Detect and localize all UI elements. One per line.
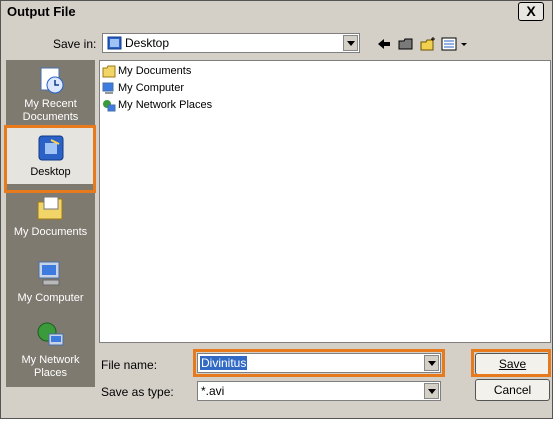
list-item[interactable]: My Computer (102, 80, 184, 96)
place-label: My Documents (13, 226, 88, 238)
save-in-value: Desktop (125, 36, 170, 50)
view-menu-icon[interactable] (441, 36, 471, 52)
window-title: Output File (7, 4, 76, 19)
place-my-documents[interactable]: My Documents (6, 192, 95, 248)
network-icon (103, 99, 116, 112)
save-highlight (471, 349, 551, 377)
new-folder-icon[interactable] (419, 36, 437, 52)
file-name-highlight (193, 349, 445, 377)
chevron-down-icon[interactable] (424, 383, 439, 399)
save-in-label: Save in: (53, 37, 97, 51)
save-as-type-value: *.avi (201, 384, 225, 398)
chevron-down-icon[interactable] (343, 35, 358, 51)
save-in-dropdown[interactable]: Desktop (102, 33, 360, 53)
close-button[interactable]: X (518, 2, 544, 21)
place-my-recent-documents[interactable]: My Recent Documents (6, 64, 95, 124)
list-item[interactable]: My Documents (102, 63, 191, 79)
my-documents-icon (37, 196, 62, 220)
list-item[interactable]: My Network Places (102, 97, 212, 113)
save-as-type-label: Save as type: (101, 385, 174, 399)
place-my-computer[interactable]: My Computer (6, 258, 95, 308)
network-places-icon (37, 322, 63, 346)
place-label: My Computer (17, 292, 84, 304)
places-bar: My Recent Documents Desktop My Documents (6, 60, 95, 387)
up-folder-icon[interactable] (397, 36, 415, 52)
title-bar: Output File X (1, 1, 552, 23)
my-computer-icon (38, 261, 59, 286)
place-my-network-places[interactable]: My Network Places (6, 320, 95, 384)
save-as-type-dropdown[interactable]: *.avi (197, 381, 441, 401)
file-name-label: File name: (101, 358, 158, 372)
output-file-dialog: Output File X Save in: Desktop My Recent… (0, 0, 553, 419)
cancel-button[interactable]: Cancel (475, 379, 550, 401)
computer-icon (102, 82, 114, 94)
folder-icon (102, 65, 116, 78)
desktop-icon (107, 36, 122, 50)
file-list[interactable]: My Documents My Computer My Network Plac… (99, 60, 551, 343)
place-label: My Recent Documents (22, 98, 79, 123)
back-arrow-icon[interactable] (375, 36, 393, 52)
recent-documents-icon (40, 67, 63, 94)
desktop-highlight (4, 125, 96, 193)
place-label: My Network Places (21, 354, 80, 379)
